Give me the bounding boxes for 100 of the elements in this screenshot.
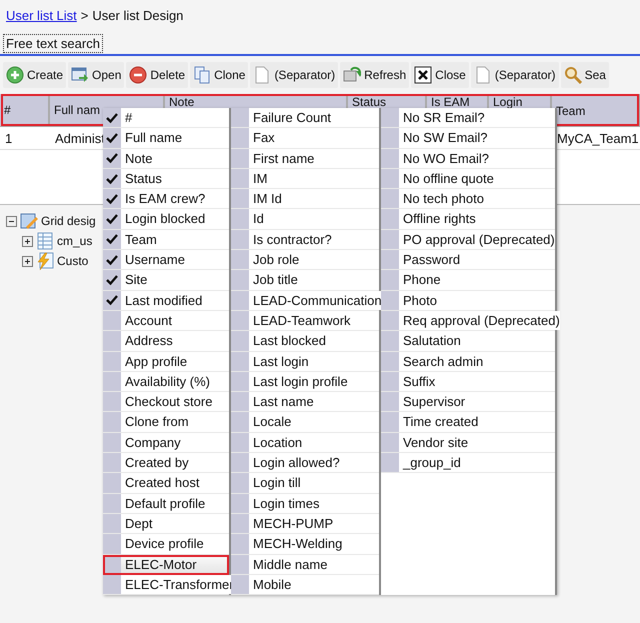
toolbar-button[interactable]: Create [3,62,66,88]
toolbar-button[interactable]: (Separator) [470,62,559,88]
expand-icon[interactable] [22,236,33,246]
checkbox[interactable] [231,290,249,310]
column-header[interactable]: Status [352,95,386,109]
column-header[interactable]: Team [556,104,586,118]
breadcrumb-link[interactable]: User list List [6,8,77,22]
column-header[interactable]: Login [493,95,522,109]
column-header[interactable]: # [4,103,11,117]
checkbox[interactable] [103,108,121,128]
toolbar-button[interactable]: Clone [190,62,248,88]
checkbox[interactable] [103,554,121,574]
plus-icon [6,66,24,84]
checkbox[interactable] [381,168,399,188]
checkbox[interactable] [381,290,399,310]
checkbox[interactable] [103,392,121,412]
checkbox[interactable] [103,310,121,330]
menu-item[interactable]: ELEC-Motor [121,554,229,574]
toolbar-button[interactable]: (Separator) [250,62,338,88]
checkbox[interactable] [381,352,399,371]
checkbox[interactable] [231,392,249,412]
checkbox[interactable] [231,310,249,330]
tree-item[interactable]: Grid desig [41,214,96,228]
checkbox[interactable] [381,108,399,128]
checkbox[interactable] [103,473,121,493]
checkbox[interactable] [231,453,249,472]
checkbox[interactable] [103,250,121,270]
checkbox[interactable] [381,331,399,351]
toolbar-button[interactable]: Open [68,62,124,88]
checkbox[interactable] [231,554,249,574]
checkbox[interactable] [103,290,121,310]
checkbox[interactable] [381,310,399,330]
checkbox[interactable] [231,412,249,432]
checkbox[interactable] [231,372,249,392]
checkbox[interactable] [103,412,121,432]
lightning-icon [36,252,54,270]
checkbox[interactable] [231,230,249,250]
checkbox[interactable] [231,168,249,188]
page-icon [253,66,272,84]
checkbox[interactable] [103,270,121,290]
expand-icon[interactable] [22,256,33,266]
minus-icon [129,66,148,84]
checkbox[interactable] [231,148,249,168]
collapse-icon[interactable] [6,216,17,226]
checkbox[interactable] [103,331,121,351]
checkbox[interactable] [103,372,121,392]
checkbox[interactable] [231,189,249,208]
checkbox[interactable] [231,432,249,452]
column-header[interactable]: Is EAM [431,95,470,109]
checkbox[interactable] [231,574,249,594]
breadcrumb-separator: > [80,8,88,22]
toolbar-button[interactable]: Sea [560,62,609,88]
checkbox[interactable] [231,514,249,534]
checkbox[interactable] [381,128,399,148]
checkbox[interactable] [231,250,249,270]
checkbox[interactable] [103,534,121,554]
checkbox[interactable] [231,352,249,371]
checkbox[interactable] [103,189,121,208]
search-tab[interactable]: Free text search [3,34,103,53]
column-header[interactable]: Full nam [54,103,100,117]
toolbar-button[interactable]: Refresh [340,62,410,88]
checkbox[interactable] [381,432,399,452]
checkbox[interactable] [103,494,121,513]
tree-item[interactable]: cm_us [57,234,92,248]
window-arrow-icon [71,66,90,84]
checkbox[interactable] [103,453,121,472]
checkbox[interactable] [103,432,121,452]
table-cell: MyCA_Team1 [557,131,639,146]
checkbox[interactable] [103,514,121,534]
refresh-icon [343,66,362,84]
checkbox[interactable] [381,230,399,250]
checkbox[interactable] [381,189,399,208]
checkbox[interactable] [381,270,399,290]
checkbox[interactable] [103,209,121,229]
checkbox[interactable] [231,270,249,290]
checkbox[interactable] [381,372,399,392]
checkbox[interactable] [231,108,249,128]
checkbox[interactable] [231,209,249,229]
checkbox[interactable] [381,148,399,168]
checkbox[interactable] [231,331,249,351]
checkbox[interactable] [103,352,121,371]
checkbox[interactable] [381,209,399,229]
checkbox[interactable] [103,128,121,148]
checkbox[interactable] [381,453,399,472]
checkbox[interactable] [231,494,249,513]
checkbox[interactable] [231,534,249,554]
checkbox[interactable] [231,128,249,148]
checkbox[interactable] [103,230,121,250]
checkbox[interactable] [103,574,121,594]
column-header[interactable]: Note [169,95,194,109]
table-icon [36,232,54,250]
checkbox[interactable] [103,168,121,188]
checkbox[interactable] [231,473,249,493]
toolbar-button[interactable]: Close [411,62,469,88]
toolbar-button[interactable]: Delete [126,62,188,88]
tree-item[interactable]: Custo [57,254,88,268]
checkbox[interactable] [103,148,121,168]
checkbox[interactable] [381,392,399,412]
checkbox[interactable] [381,412,399,432]
checkbox[interactable] [381,250,399,270]
